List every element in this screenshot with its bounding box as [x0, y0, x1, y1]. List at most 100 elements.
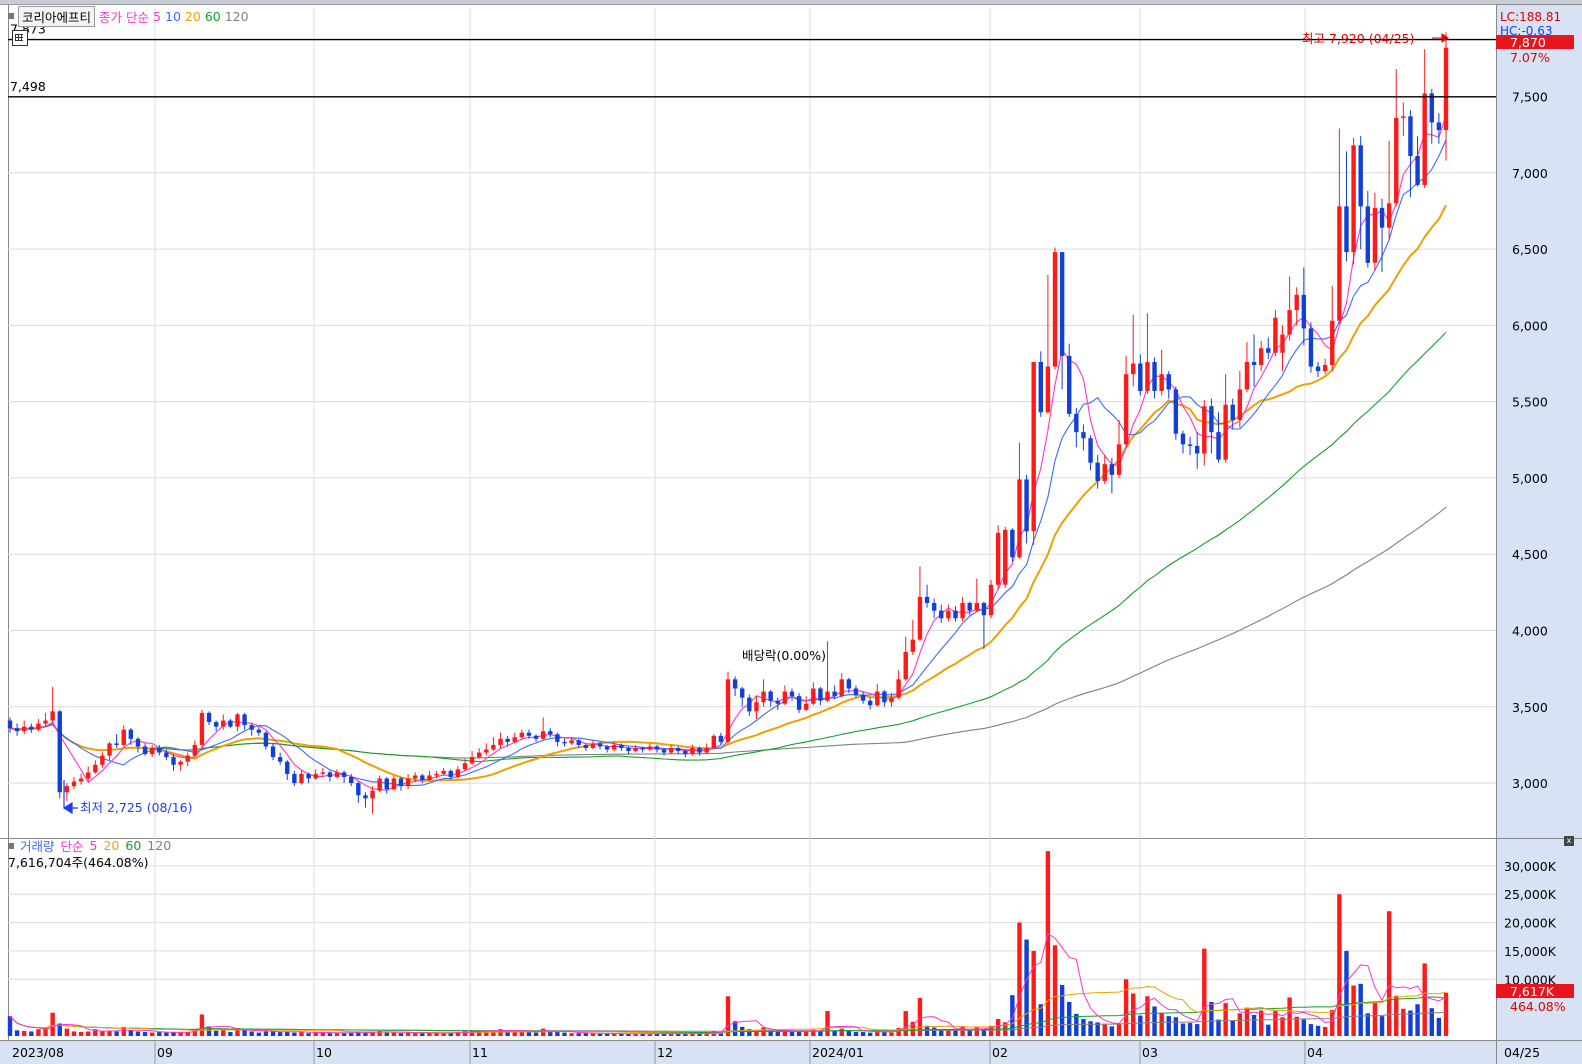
current-price: 7,870: [1510, 35, 1546, 50]
candle-body: [299, 773, 304, 784]
candle-body: [775, 700, 780, 704]
volume-bar: [1180, 1023, 1186, 1036]
volume-bar: [903, 1011, 908, 1036]
candle-body: [505, 738, 510, 742]
candle-body: [57, 711, 62, 793]
x-axis-label: 12: [657, 1045, 673, 1060]
candle-body: [413, 775, 418, 779]
candle-body: [867, 700, 873, 706]
y-axis-border: [1496, 4, 1497, 1064]
candle-body: [981, 603, 987, 616]
volume-bar: [1379, 1016, 1385, 1036]
volume-bar: [434, 1033, 439, 1036]
price-tick-label: 5,000: [1512, 471, 1548, 486]
volume-bar: [1074, 1013, 1079, 1036]
volume-bar: [1315, 1025, 1321, 1036]
panel-close-icon[interactable]: x: [1564, 836, 1574, 846]
candle-body: [192, 744, 198, 756]
volume-bar: [1067, 1001, 1072, 1036]
volume-bar: [1123, 979, 1129, 1036]
x-axis-label: 11: [472, 1045, 488, 1060]
candle-body: [462, 763, 468, 770]
volume-panel-menu-icon[interactable]: [8, 842, 14, 849]
legend-ma60: 60: [204, 8, 221, 24]
volume-bar: [860, 1032, 866, 1036]
candle-body: [1308, 328, 1314, 367]
stock-name[interactable]: 코리아에프티: [18, 5, 96, 27]
volume-bar: [960, 1026, 965, 1036]
horizontal-lines[interactable]: 7,873 7,498: [8, 22, 1496, 98]
candle-body: [1209, 406, 1214, 433]
panel-menu-icon[interactable]: [8, 13, 14, 19]
volume-tick-label: 20,000K: [1504, 916, 1557, 931]
volume-bar: [612, 1033, 617, 1036]
volume-bar: [142, 1032, 148, 1036]
volume-bar: [249, 1031, 254, 1036]
candle-body: [1358, 145, 1363, 207]
price-tick-label: 6,500: [1512, 242, 1548, 257]
volume-bar: [107, 1030, 112, 1036]
candle-body: [590, 743, 596, 748]
volume-bar: [562, 1032, 567, 1036]
volume-bar: [299, 1032, 304, 1036]
candle-body: [1131, 363, 1136, 375]
volume-bar: [213, 1030, 219, 1036]
candle-body: [1273, 317, 1278, 353]
candle-body: [1315, 366, 1321, 372]
legend-ma20: 20: [184, 8, 201, 24]
candle-body: [924, 596, 930, 604]
candle-body: [1266, 348, 1271, 353]
candle-body: [988, 584, 994, 616]
candle-body: [732, 679, 738, 689]
candle-body: [93, 764, 98, 773]
candle-body: [334, 772, 340, 777]
volume-bar: [1109, 1026, 1115, 1036]
volume-bar: [1116, 1023, 1122, 1036]
volume-bar: [71, 1031, 77, 1036]
candle-body: [1088, 438, 1093, 463]
candle-body: [135, 738, 141, 747]
price-tick-label: 4,000: [1512, 624, 1548, 639]
candle-body: [704, 747, 709, 753]
left-border: [8, 4, 9, 1040]
volume-bar: [1258, 1010, 1264, 1036]
candle-body: [356, 783, 361, 796]
volume-bar: [1216, 1019, 1221, 1036]
candle-body: [320, 772, 325, 774]
candle-body: [853, 688, 859, 695]
volume-bar: [313, 1032, 318, 1036]
candle-body: [548, 731, 553, 735]
calculator-icon[interactable]: [12, 30, 28, 46]
volume-bar: [1294, 1016, 1299, 1036]
low-annotation: 최저 2,725 (08/16): [80, 800, 193, 815]
candle-body: [1379, 207, 1385, 228]
candle-body: [491, 744, 496, 750]
volume-bar: [78, 1032, 84, 1036]
candle-body: [313, 773, 318, 779]
candle-body: [206, 712, 212, 723]
price-tick-label: 7,500: [1512, 89, 1548, 104]
legend-ma5: 5: [153, 8, 161, 24]
volume-bar: [1251, 1015, 1257, 1036]
candle-body: [882, 691, 887, 703]
candle-body: [377, 778, 382, 791]
candle-body: [43, 720, 48, 724]
candlestick-chart[interactable]: 7,873 7,498 7,500 7,000 6,500 6,000 5,500 5,0…: [0, 0, 1582, 1064]
volume-bar: [1081, 1018, 1086, 1036]
candle-body: [1052, 252, 1058, 367]
candle-body: [249, 725, 254, 730]
volume-bar: [725, 996, 731, 1036]
candle-body: [455, 769, 461, 777]
candle-body: [1095, 462, 1100, 481]
candle-body: [832, 691, 837, 697]
candle-body: [1173, 389, 1179, 434]
candle-body: [1294, 294, 1299, 311]
volume-bar: [533, 1032, 539, 1036]
candle-body: [533, 735, 539, 739]
candle-body: [1408, 116, 1413, 156]
ex-dividend-annotation: 배당락(0.00%): [742, 648, 826, 663]
candle-body: [967, 603, 972, 611]
x-axis-label: 04: [1307, 1045, 1323, 1060]
volume-bar: [825, 1011, 830, 1036]
volume-bar: [1301, 1019, 1307, 1036]
